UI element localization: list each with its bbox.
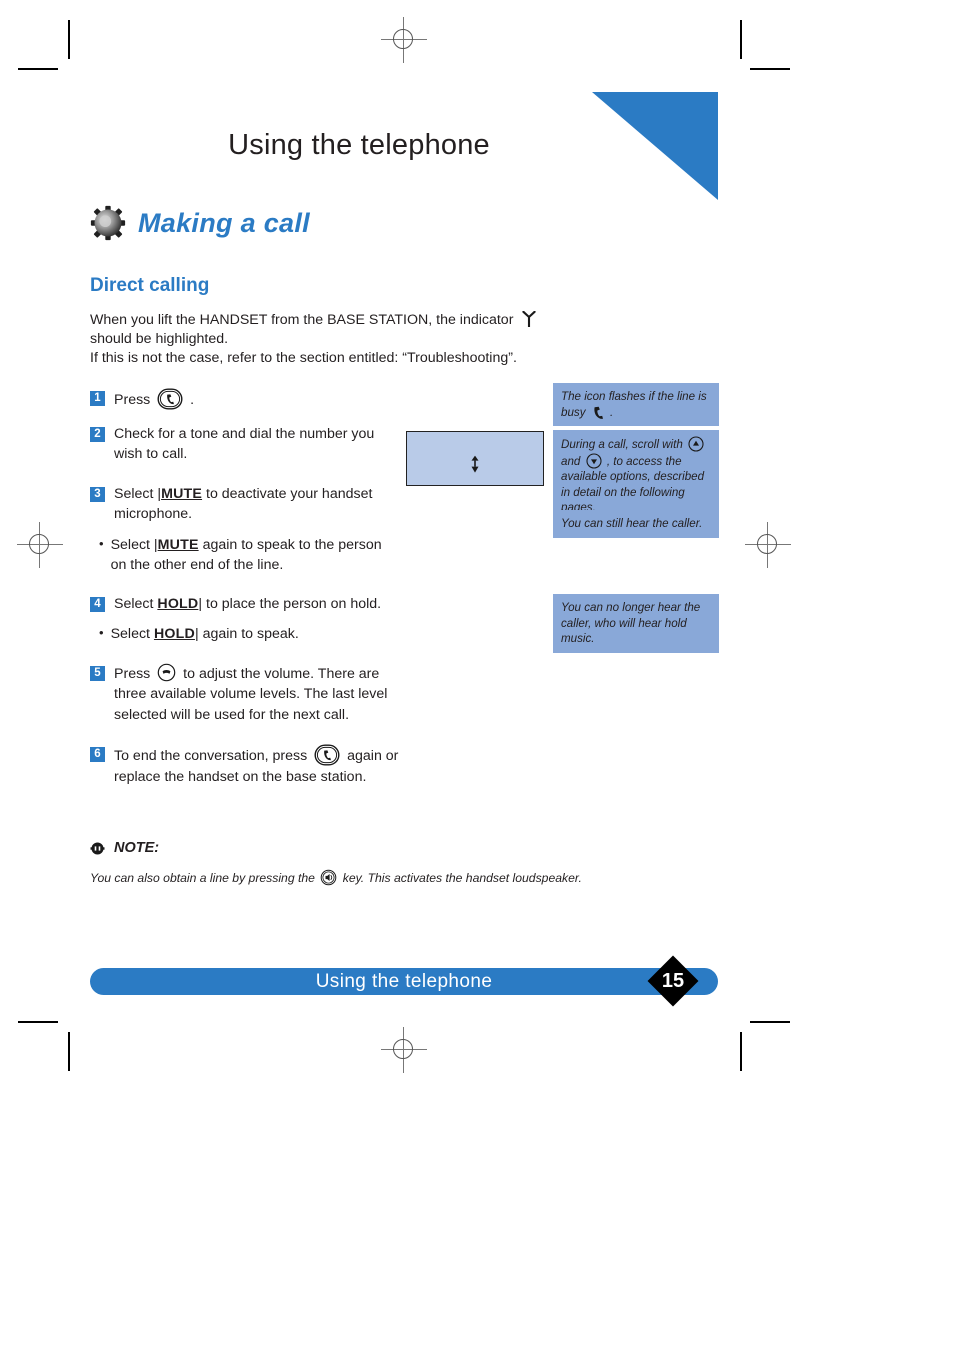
- footer-title: Using the telephone: [315, 971, 493, 992]
- note-body: You can also obtain a line by pressing t…: [90, 869, 650, 887]
- handset-icon: [594, 406, 603, 419]
- antenna-icon: [522, 311, 537, 327]
- bullet-glyph: •: [99, 535, 104, 551]
- sub-step-text-after: | again to speak.: [194, 626, 299, 642]
- step-item: 1 Press .: [90, 388, 490, 411]
- callout-hold-music: You can no longer hear the caller, who w…: [553, 594, 719, 653]
- note-heading: NOTE:: [90, 840, 159, 856]
- sub-step-item: • Select HOLD| again to speak.: [99, 624, 490, 645]
- bullet-glyph: •: [99, 625, 104, 640]
- step-item: 6 To end the conversation, press again o…: [90, 744, 490, 787]
- step-item: 4 Select HOLD| to place the person on ho…: [90, 594, 490, 615]
- keyword-hold: HOLD: [157, 595, 199, 612]
- intro-line-3: If this is not the case, refer to the se…: [90, 350, 517, 366]
- callout-line-busy: The icon flashes if the line is busy .: [553, 383, 719, 426]
- step-text-after: | to place the person on hold.: [198, 595, 382, 612]
- step-text-after: to adjust the volume. There are three av…: [114, 665, 388, 723]
- callout-text: The icon flashes if the line is busy: [561, 390, 707, 419]
- step-text-after: .: [190, 392, 195, 408]
- sub-step-text: Select: [110, 626, 154, 642]
- manual-page: Using the telephone Making a call Direct…: [0, 0, 954, 1351]
- footer-bar: Using the telephone: [90, 968, 718, 995]
- handset-display-illustration: [406, 431, 544, 486]
- note-label: NOTE:: [114, 840, 160, 856]
- callout-scroll-options: During a call, scroll with and , to acce…: [553, 430, 719, 522]
- step-number-badge: 5: [90, 665, 105, 681]
- phone-key-icon: [157, 388, 183, 410]
- note-text-before: You can also obtain a line by pressing t…: [90, 871, 315, 885]
- section-heading: Making a call: [90, 205, 310, 241]
- scroll-down-icon: [586, 452, 602, 469]
- page-title: Using the telephone: [228, 129, 490, 161]
- step-text: Select: [114, 595, 158, 612]
- callout-still-hear-caller: You can still hear the caller.: [553, 510, 719, 538]
- keyword-mute: MUTE: [161, 485, 203, 502]
- step-text: Press: [114, 392, 151, 408]
- keyword-hold: HOLD: [153, 626, 195, 642]
- step-text: Select |: [114, 485, 162, 502]
- step-number-badge: 6: [90, 747, 105, 762]
- step-number-badge: 1: [90, 391, 105, 406]
- page-number-badge: 15: [647, 955, 699, 1007]
- step-text: Check for a tone and dial the number you…: [114, 425, 375, 463]
- up-down-arrow-icon: [471, 455, 479, 473]
- callout-text-part3: , to access the available options, descr…: [561, 454, 705, 515]
- step-item: 3 Select |MUTE to deactivate your handse…: [90, 484, 490, 525]
- keyword-mute: MUTE: [157, 536, 199, 553]
- section-title: Making a call: [138, 207, 310, 238]
- sub-step-text: Select |: [110, 536, 158, 553]
- callout-text-part2: and: [561, 454, 581, 468]
- note-icon: [90, 842, 105, 854]
- speaker-key-icon: [321, 869, 337, 886]
- scroll-up-icon: [688, 436, 704, 452]
- subsection-title: Direct calling: [90, 275, 210, 296]
- step-number-badge: 2: [90, 426, 105, 442]
- sub-step-item: • Select |MUTE again to speak to the per…: [99, 535, 490, 576]
- gear-icon: [90, 205, 126, 241]
- volume-key-icon: [157, 663, 176, 681]
- note-text-after: key. This activates the handset loudspea…: [342, 871, 582, 885]
- step-text: To end the conversation, press: [114, 748, 308, 764]
- step-number-badge: 4: [90, 596, 105, 612]
- callout-text-after: .: [609, 405, 614, 419]
- step-text: Press: [114, 665, 151, 682]
- intro-line-2: should be highlighted.: [90, 331, 229, 347]
- phone-key-icon: [314, 744, 340, 766]
- step-item: 5 Press to adjust the volume. There are …: [90, 663, 490, 726]
- intro-line-1: When you lift the HANDSET from the BASE …: [90, 312, 514, 328]
- callout-text-part1: During a call, scroll with: [561, 438, 683, 451]
- page-number: 15: [661, 970, 685, 992]
- step-number-badge: 3: [90, 486, 105, 502]
- intro-paragraph: When you lift the HANDSET from the BASE …: [90, 311, 540, 368]
